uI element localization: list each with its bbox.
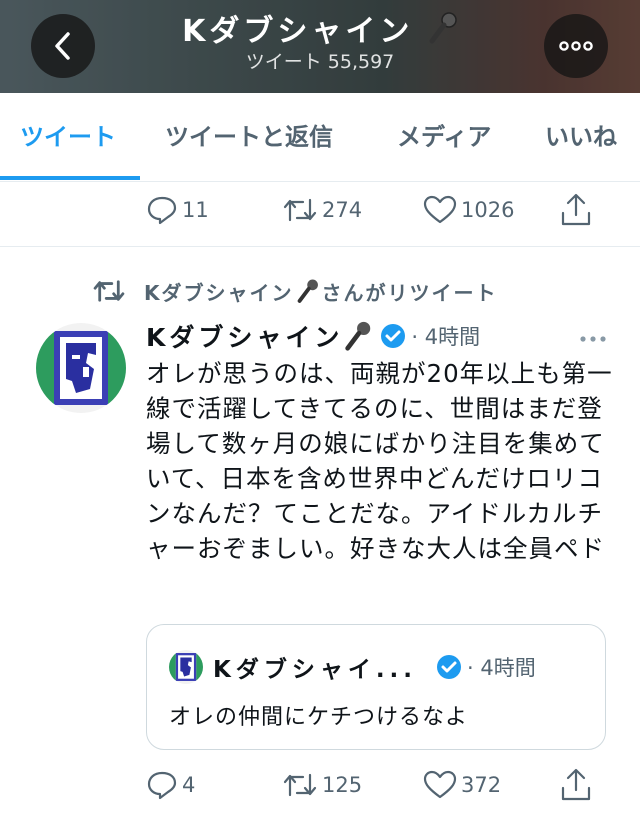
reply-icon	[147, 771, 177, 800]
avatar-image	[169, 650, 203, 684]
retweet-icon	[283, 198, 317, 222]
retweet-suffix: さんがリツイート	[321, 280, 498, 305]
reply-button[interactable]: 4	[146, 765, 195, 805]
reply-count: 11	[182, 198, 209, 222]
retweet-button[interactable]: 274	[282, 190, 362, 230]
quoted-text: オレの仲間にケチつけるなよ	[169, 705, 469, 730]
retweeter-name: Kダブシャイン	[144, 280, 294, 305]
active-tab-indicator	[0, 176, 140, 180]
like-button[interactable]: 1026	[423, 190, 514, 230]
share-icon	[561, 193, 591, 226]
more-icon	[559, 41, 593, 51]
reply-icon	[147, 196, 177, 225]
retweet-count: 274	[322, 198, 363, 222]
more-button[interactable]	[544, 14, 608, 78]
microphone-icon	[345, 321, 371, 351]
share-icon	[561, 768, 591, 801]
avatar[interactable]	[36, 323, 126, 413]
tweet-menu-button[interactable]	[578, 330, 608, 342]
tweet-author-name[interactable]: Kダブシャイン	[146, 318, 343, 354]
retweet-context[interactable]: Kダブシャイン さんがリツイート	[92, 275, 498, 307]
tweet-actions: 4 125 372	[0, 765, 640, 805]
quoted-tweet[interactable]: Kダブシャイ... · 4時間 オレの仲間にケチつけるなよ	[146, 624, 606, 750]
tab-tweets[interactable]: ツイート	[20, 93, 116, 181]
heart-icon	[423, 195, 457, 224]
heart-icon	[423, 770, 457, 799]
reply-button[interactable]: 11	[146, 190, 209, 230]
like-count: 372	[461, 773, 502, 797]
avatar-image	[36, 323, 126, 413]
share-button[interactable]	[560, 765, 596, 805]
share-button[interactable]	[560, 190, 596, 230]
tweet-text: オレが思うのは、両親が20年以上も第一線で活躍してきてるのに、世間はまだ登場して…	[146, 359, 613, 563]
quoted-avatar	[169, 650, 203, 684]
header-title: Kダブシャイン	[182, 14, 414, 49]
quoted-tweet-header: Kダブシャイ... · 4時間	[169, 649, 536, 685]
tab-media[interactable]: メディア	[397, 93, 491, 181]
tweet-divider	[0, 246, 640, 247]
retweet-button[interactable]: 125	[282, 765, 362, 805]
tweet-time: · 4時間	[411, 325, 481, 349]
tab-likes[interactable]: いいね	[545, 93, 617, 181]
verified-badge-icon	[437, 655, 462, 679]
profile-tabs: ツイート ツイートと返信 メディア いいね	[0, 93, 640, 182]
quoted-time: · 4時間	[467, 656, 536, 680]
tweet-header: Kダブシャイン · 4時間	[146, 318, 480, 354]
like-count: 1026	[461, 198, 515, 222]
verified-badge-icon	[381, 324, 406, 348]
reply-count: 4	[182, 773, 196, 797]
more-horizontal-icon	[580, 336, 606, 342]
quoted-author-name: Kダブシャイ...	[213, 657, 418, 683]
microphone-icon	[297, 279, 318, 303]
tab-tweets-replies[interactable]: ツイートと返信	[165, 93, 333, 181]
prev-tweet-actions: 11 274 1026	[0, 190, 640, 230]
retweet-icon	[283, 773, 317, 797]
like-button[interactable]: 372	[423, 765, 501, 805]
retweet-icon	[93, 280, 125, 302]
microphone-icon	[429, 12, 457, 44]
retweet-count: 125	[322, 773, 363, 797]
